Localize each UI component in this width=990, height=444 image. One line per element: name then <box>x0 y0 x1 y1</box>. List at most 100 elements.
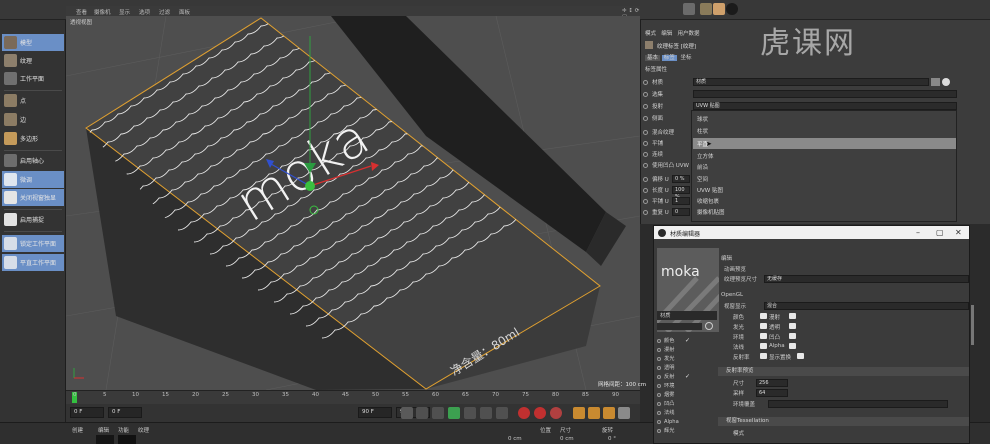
dropdown-item[interactable]: 摄像机贴图 <box>697 208 725 216</box>
menu-options[interactable]: 选项 <box>139 8 150 16</box>
end-frame-field[interactable]: 90 F <box>358 407 392 418</box>
maximize-icon[interactable]: ▢ <box>936 228 944 237</box>
material-name-field[interactable]: 材质 <box>657 311 717 320</box>
reflectance-preview-section[interactable]: 反射率预览 <box>718 367 969 376</box>
current-frame-field[interactable]: 0 F <box>108 407 142 418</box>
minimize-icon[interactable]: – <box>916 228 920 237</box>
tiles-u-field[interactable]: 1 <box>672 197 690 205</box>
tab-userdata[interactable]: 用户数据 <box>678 31 700 37</box>
eye-icon[interactable] <box>760 333 767 339</box>
preview-mode-icon[interactable] <box>705 322 713 330</box>
eye-icon[interactable] <box>760 323 767 329</box>
tool-model[interactable]: 模型 <box>2 34 64 51</box>
tag-icon[interactable] <box>700 3 712 15</box>
preview-options[interactable] <box>657 323 702 330</box>
next-key-icon[interactable] <box>480 407 492 419</box>
goto-end-icon[interactable] <box>496 407 508 419</box>
scrollbar[interactable] <box>971 305 974 345</box>
dropdown-item[interactable]: 立方体 <box>697 152 714 160</box>
next-frame-icon[interactable] <box>464 407 476 419</box>
param-key-icon[interactable] <box>618 407 630 419</box>
tab-edit[interactable]: 编辑 <box>661 31 672 37</box>
tool-lock-workplane[interactable]: 锁定工作平面 <box>2 235 64 252</box>
menu-camera[interactable]: 摄像机 <box>94 8 111 16</box>
length-u-field[interactable]: 100 % <box>672 186 690 200</box>
play-icon[interactable] <box>448 407 460 419</box>
record-icon[interactable] <box>518 407 530 419</box>
viewport-title: 透视视图 <box>70 20 93 26</box>
tool-solo-off[interactable]: 关闭视窗独显 <box>2 189 64 206</box>
material-thumb-2[interactable] <box>118 435 136 444</box>
pos-x-value[interactable]: 0 cm <box>508 436 522 442</box>
goto-start-icon[interactable] <box>401 407 413 419</box>
tool-tweak[interactable]: 微调 <box>2 171 64 188</box>
eye-icon[interactable] <box>789 323 796 329</box>
menu-texture[interactable]: 纹理 <box>138 426 149 434</box>
tool-flat-workplane[interactable]: 平直工作平面 <box>2 254 64 271</box>
menu-display[interactable]: 显示 <box>119 8 130 16</box>
checker-icon[interactable] <box>713 3 725 15</box>
viewport[interactable]: moka 净含量：80ml <box>66 16 640 390</box>
model-icon <box>4 36 17 49</box>
offset-u-field[interactable]: 0 % <box>672 175 690 183</box>
rot-h-value[interactable]: 0 ° <box>608 436 616 442</box>
dropdown-item[interactable]: 前沿 <box>697 163 708 171</box>
subtab-basic[interactable]: 基本 <box>645 55 661 61</box>
menu-function[interactable]: 功能 <box>118 426 129 434</box>
tool-points[interactable]: 点 <box>2 92 64 109</box>
eye-icon[interactable] <box>797 353 804 359</box>
eye-icon[interactable] <box>760 313 767 319</box>
start-frame-field[interactable]: 0 F <box>70 407 104 418</box>
scale-key-icon[interactable] <box>588 407 600 419</box>
close-icon[interactable]: ✕ <box>955 228 962 237</box>
menu-view[interactable]: 查看 <box>76 8 87 16</box>
tool-snap[interactable]: 启用捕捉 <box>2 211 64 228</box>
autokey-icon[interactable] <box>534 407 546 419</box>
menu-create[interactable]: 创建 <box>72 426 83 434</box>
dropdown-item[interactable]: 球状 <box>697 115 708 123</box>
tool-workplane[interactable]: 工作平面 <box>2 70 64 87</box>
material-ball-icon[interactable] <box>942 78 950 86</box>
tool-texture[interactable]: 纹理 <box>2 52 64 69</box>
eye-icon[interactable] <box>760 343 767 349</box>
viewport-display-select[interactable]: 混合 <box>764 302 969 310</box>
layer-icon[interactable] <box>683 3 695 15</box>
material-picker-icon[interactable] <box>931 78 940 86</box>
eye-icon[interactable] <box>760 353 767 359</box>
menu-filter[interactable]: 过滤 <box>159 8 170 16</box>
menu-panel[interactable]: 面板 <box>179 8 190 16</box>
material-thumb-1[interactable] <box>96 435 114 444</box>
eye-icon[interactable] <box>789 313 796 319</box>
subtab-coords[interactable]: 坐标 <box>679 55 694 61</box>
eye-icon[interactable] <box>789 343 796 349</box>
dropdown-item[interactable]: 收缩包裹 <box>697 197 719 205</box>
sample-field[interactable]: 64 <box>756 389 788 397</box>
subtab-tag[interactable]: 标签 <box>661 55 677 61</box>
env-override-field[interactable] <box>768 400 948 408</box>
tool-polygons[interactable]: 多边形 <box>2 130 64 147</box>
dropdown-item[interactable]: 空间 <box>697 175 708 183</box>
move-key-icon[interactable] <box>573 407 585 419</box>
tool-enable-axis[interactable]: 启用轴心 <box>2 152 64 169</box>
dropdown-item[interactable]: 柱状 <box>697 127 708 135</box>
prev-key-icon[interactable] <box>416 407 428 419</box>
attr-row-seamless: 连续 <box>643 149 663 159</box>
timeline[interactable]: 0 5 10 15 20 25 30 35 40 45 50 55 60 65 … <box>66 390 640 404</box>
projection-select[interactable]: UVW 贴图 <box>693 102 957 110</box>
tessellation-section[interactable]: 视窗Tessellation <box>718 417 969 426</box>
prev-frame-icon[interactable] <box>432 407 444 419</box>
tool-edges[interactable]: 边 <box>2 111 64 128</box>
selection-field[interactable] <box>693 90 957 98</box>
material-ball-icon[interactable] <box>726 3 738 15</box>
tex-preview-size-select[interactable]: 无缓存 <box>764 275 969 283</box>
key-select-icon[interactable] <box>550 407 562 419</box>
size-x-value[interactable]: 0 cm <box>560 436 574 442</box>
tab-mode[interactable]: 模式 <box>645 31 656 37</box>
size-field[interactable]: 256 <box>756 379 788 387</box>
repeat-u-field[interactable]: 0 <box>672 208 690 216</box>
rotate-key-icon[interactable] <box>603 407 615 419</box>
dropdown-item[interactable]: UVW 贴图 <box>697 186 723 194</box>
material-field[interactable]: 材质 <box>693 78 929 86</box>
menu-edit[interactable]: 编辑 <box>98 426 109 434</box>
eye-icon[interactable] <box>789 333 796 339</box>
